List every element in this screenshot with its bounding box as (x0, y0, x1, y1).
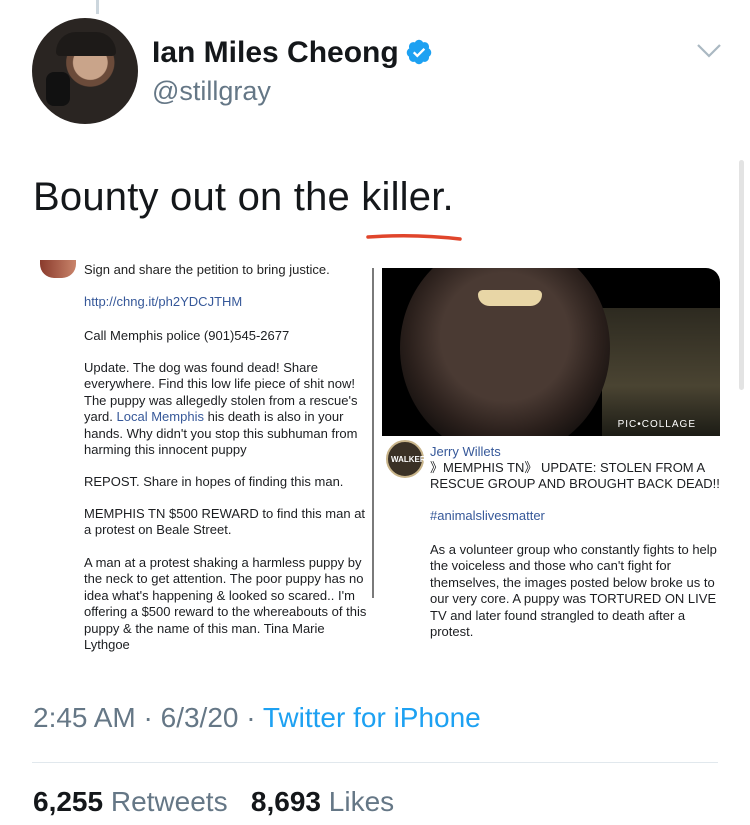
reward-text: MEMPHIS TN $500 REWARD to find this man … (84, 506, 366, 538)
local-memphis-link: Local Memphis (116, 409, 204, 425)
facebook-post-screenshot-right: PIC•COLLAGE WALKER Jerry Willets 》MEMPHI… (382, 258, 722, 670)
tweet-header: Ian Miles Cheong @stillgray (32, 18, 722, 128)
hashtag: #animalslivesmatter (430, 508, 545, 523)
tweet-date[interactable]: 6/3/20 (161, 702, 239, 733)
avatar[interactable] (32, 18, 138, 124)
author-name-row[interactable]: Ian Miles Cheong (152, 36, 433, 70)
scrollbar[interactable] (739, 160, 744, 390)
petition-line: Sign and share the petition to bring jus… (84, 262, 330, 277)
likes-count: 8,693 (250, 786, 321, 817)
retweets-label: Retweets (110, 786, 228, 817)
tweet-source-link[interactable]: Twitter for iPhone (263, 702, 481, 733)
panel-divider (372, 268, 374, 598)
likes-label: Likes (328, 786, 395, 817)
group-avatar-text: WALKER (391, 455, 426, 464)
verified-badge-icon (406, 39, 431, 65)
author-handle[interactable]: @stillgray (152, 76, 271, 107)
avatar-mic-shape (46, 72, 70, 106)
stats-divider (32, 762, 718, 763)
tweet-media-image[interactable]: Sign and share the petition to bring jus… (32, 258, 722, 670)
thread-connector (96, 0, 99, 14)
avatar-cap-shape (56, 32, 116, 56)
meta-separator: · (238, 702, 263, 733)
photo-background (602, 308, 720, 436)
repost-text: REPOST. Share in hopes of finding this m… (84, 474, 344, 489)
photo-teeth (478, 290, 542, 306)
meta-separator: · (135, 702, 161, 733)
retweets-stat[interactable]: 6,255 Retweets (33, 786, 228, 817)
post-title: 》MEMPHIS TN》 UPDATE: STOLEN FROM A RESCU… (430, 460, 720, 492)
pic-collage-watermark: PIC•COLLAGE (617, 419, 696, 430)
group-avatar: WALKER (386, 440, 426, 478)
update-text: Update. The dog was found dead! Share ev… (84, 360, 369, 458)
post-body: As a volunteer group who constantly figh… (430, 542, 717, 640)
tweet-meta: 2:45 AM · 6/3/20 · Twitter for iPhone (33, 702, 481, 734)
poster-name: Jerry Willets (430, 444, 501, 459)
tweet-time[interactable]: 2:45 AM (33, 702, 136, 733)
tweet-text: Bounty out on the killer. (33, 175, 454, 219)
police-phone-text: Call Memphis police (901)545-2677 (84, 328, 290, 343)
petition-link: http://chng.it/ph2YDCJTHM (84, 294, 243, 309)
likes-stat[interactable]: 8,693 Likes (251, 786, 394, 817)
chevron-down-icon[interactable] (696, 42, 722, 60)
story-text: A man at a protest shaking a harmless pu… (84, 555, 367, 653)
red-underline-annotation (366, 233, 462, 241)
facebook-post-screenshot-left: Sign and share the petition to bring jus… (32, 258, 372, 670)
tweet-stats: 6,255 Retweets 8,693 Likes (33, 786, 394, 818)
author-name[interactable]: Ian Miles Cheong (152, 36, 399, 69)
profile-thumb-icon (40, 260, 76, 278)
news-photo: PIC•COLLAGE (382, 268, 720, 436)
retweets-count: 6,255 (33, 786, 104, 817)
